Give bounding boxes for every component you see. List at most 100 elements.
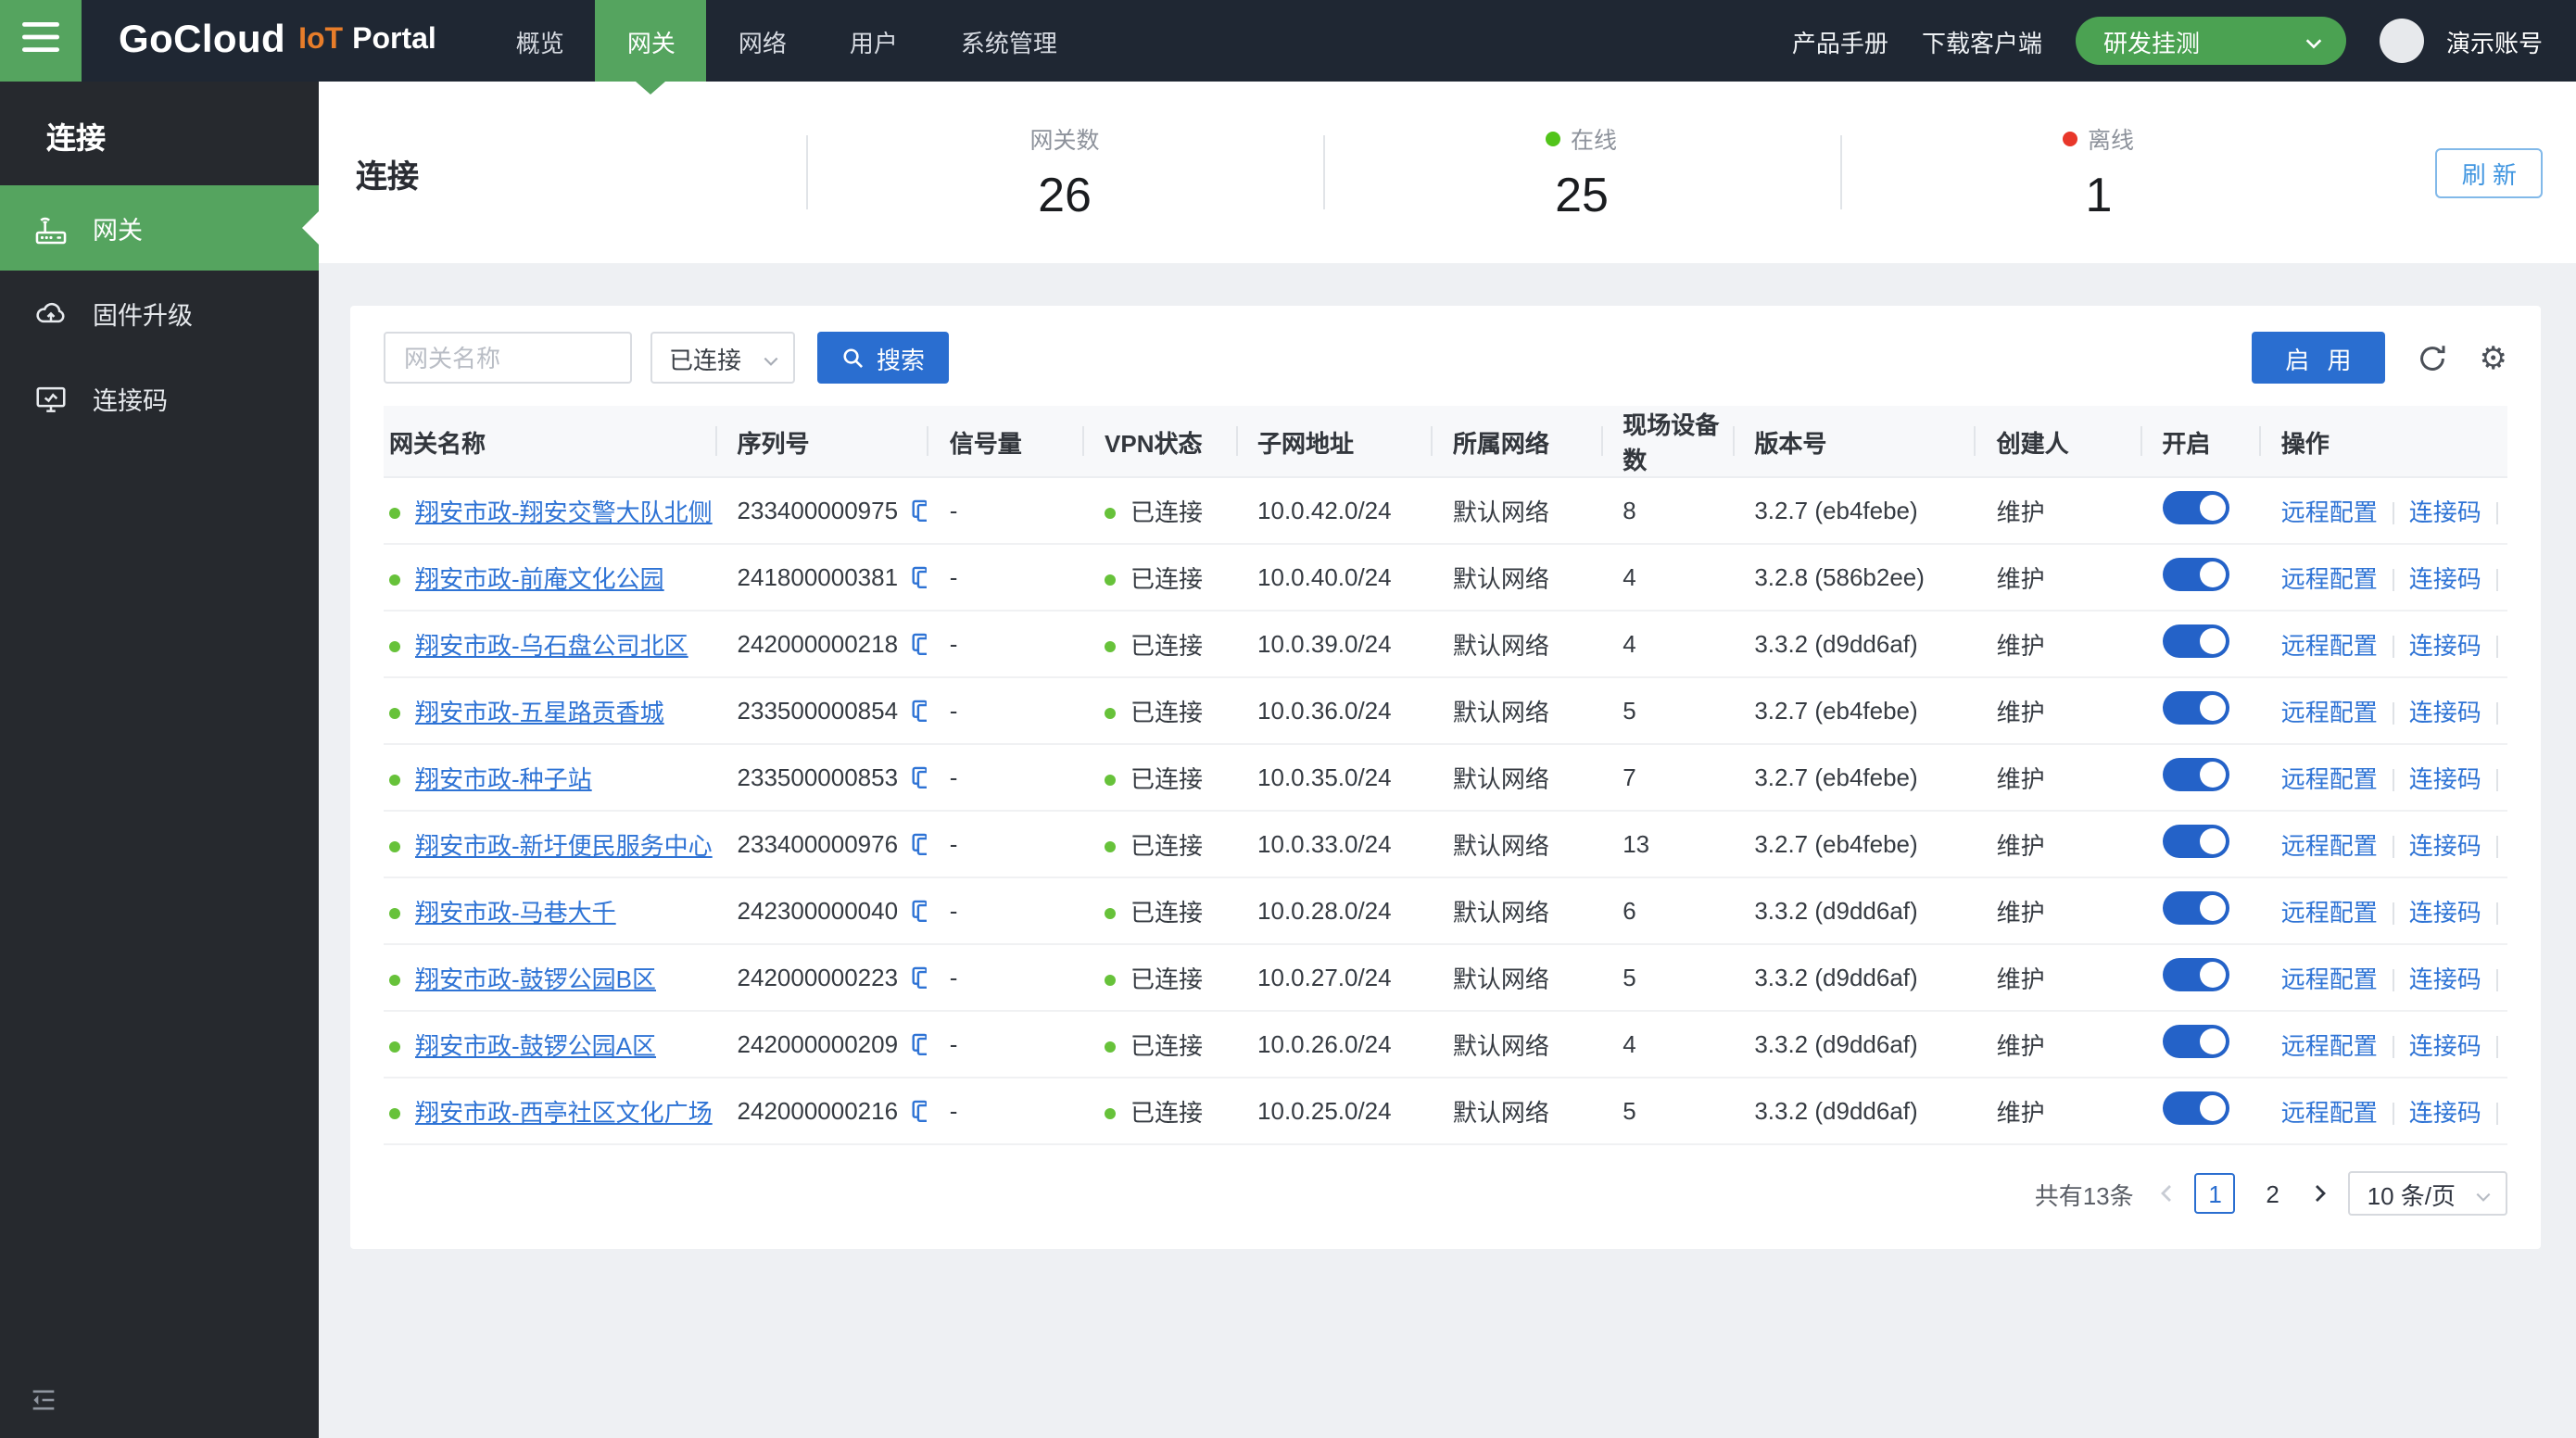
stat-label: 在线 <box>1571 120 1617 156</box>
enable-toggle[interactable] <box>2162 691 2229 725</box>
version: 3.2.7 (eb4febe) <box>1732 677 1974 744</box>
remote-config-link[interactable]: 远程配置 <box>2281 832 2378 860</box>
col-creator: 创建人 <box>1975 406 2140 477</box>
gateway-name-link[interactable]: 翔安市政-翔安交警大队北侧 <box>415 498 713 526</box>
gateway-name-link[interactable]: 翔安市政-乌石盘公司北区 <box>415 632 688 660</box>
copy-icon[interactable] <box>909 699 928 723</box>
connection-code-link[interactable]: 连接码 <box>2409 1099 2481 1127</box>
enable-toggle[interactable] <box>2162 825 2229 858</box>
enable-toggle[interactable] <box>2162 624 2229 658</box>
connection-code-link[interactable]: 连接码 <box>2409 498 2481 526</box>
subnet-address: 10.0.40.0/24 <box>1235 544 1431 611</box>
page-size-select[interactable]: 10 条/页 <box>2349 1171 2507 1216</box>
connection-code-link[interactable]: 连接码 <box>2409 699 2481 726</box>
gateway-name-link[interactable]: 翔安市政-马巷大千 <box>415 899 616 927</box>
gateway-name-link[interactable]: 翔安市政-种子站 <box>415 765 592 793</box>
topbar-right: 产品手册 下载客户端 研发挂测 演示账号 <box>1792 0 2576 82</box>
connection-code-link[interactable]: 连接码 <box>2409 899 2481 927</box>
gateway-name-input[interactable] <box>384 332 632 384</box>
copy-icon[interactable] <box>909 1099 928 1123</box>
active-tab-notch <box>637 82 666 95</box>
enable-toggle[interactable] <box>2162 758 2229 791</box>
remote-config-link[interactable]: 远程配置 <box>2281 1099 2378 1127</box>
product-manual-link[interactable]: 产品手册 <box>1792 23 1888 58</box>
page-number-2[interactable]: 2 <box>2253 1173 2293 1214</box>
gateway-name-link[interactable]: 翔安市政-鼓锣公园A区 <box>415 1032 656 1060</box>
gateway-name-link[interactable]: 翔安市政-鼓锣公园B区 <box>415 965 656 993</box>
copy-icon[interactable] <box>909 832 928 856</box>
top-navigation: 概览 网关 网络 用户 系统管理 <box>485 0 1089 82</box>
remote-config-link[interactable]: 远程配置 <box>2281 1032 2378 1060</box>
connection-code-link[interactable]: 连接码 <box>2409 632 2481 660</box>
nav-system-admin[interactable]: 系统管理 <box>929 0 1089 82</box>
enable-toggle[interactable] <box>2162 1091 2229 1125</box>
collapse-sidebar-button[interactable] <box>28 1384 59 1416</box>
next-page-button[interactable] <box>2310 1182 2332 1205</box>
enable-toggle[interactable] <box>2162 958 2229 991</box>
copy-icon[interactable] <box>909 965 928 990</box>
copy-icon[interactable] <box>909 1032 928 1056</box>
gateway-name-link[interactable]: 翔安市政-西亭社区文化广场 <box>415 1099 713 1127</box>
network-name: 默认网络 <box>1431 544 1600 611</box>
online-dot-icon <box>389 1041 400 1053</box>
remote-config-link[interactable]: 远程配置 <box>2281 699 2378 726</box>
nav-overview[interactable]: 概览 <box>485 0 596 82</box>
remote-config-link[interactable]: 远程配置 <box>2281 498 2378 526</box>
connection-code-link[interactable]: 连接码 <box>2409 965 2481 993</box>
page-number-1[interactable]: 1 <box>2195 1173 2236 1214</box>
page-title: 连接 <box>319 82 806 263</box>
nav-users[interactable]: 用户 <box>818 0 929 82</box>
gateway-name-link[interactable]: 翔安市政-前庵文化公园 <box>415 565 664 593</box>
search-button[interactable]: 搜索 <box>817 332 949 384</box>
enable-toggle[interactable] <box>2162 891 2229 925</box>
copy-icon[interactable] <box>909 565 928 589</box>
download-client-link[interactable]: 下载客户端 <box>1922 23 2042 58</box>
gateway-name-link[interactable]: 翔安市政-五星路贡香城 <box>415 699 664 726</box>
sidebar-item-firmware-upgrade[interactable]: 固件升级 <box>0 271 319 356</box>
nav-gateway[interactable]: 网关 <box>596 0 707 82</box>
copy-icon[interactable] <box>909 498 928 523</box>
subnet-address: 10.0.27.0/24 <box>1235 944 1431 1011</box>
network-name: 默认网络 <box>1431 677 1600 744</box>
avatar[interactable] <box>2380 19 2424 63</box>
gear-icon[interactable]: ⚙ <box>2480 342 2508 373</box>
table-row: 翔安市政-种子站 233500000853 - <box>384 744 2507 811</box>
environment-select[interactable]: 研发挂测 <box>2076 17 2346 65</box>
enable-button[interactable]: 启 用 <box>2252 332 2384 384</box>
enable-toggle[interactable] <box>2162 491 2229 524</box>
remote-config-link[interactable]: 远程配置 <box>2281 899 2378 927</box>
previous-page-button[interactable] <box>2156 1182 2178 1205</box>
sidebar-item-gateway[interactable]: 网关 <box>0 185 319 271</box>
copy-icon[interactable] <box>909 632 928 656</box>
account-label[interactable]: 演示账号 <box>2446 23 2543 58</box>
connection-code-link[interactable]: 连接码 <box>2409 565 2481 593</box>
hamburger-menu-button[interactable] <box>0 0 82 82</box>
remote-config-link[interactable]: 远程配置 <box>2281 765 2378 793</box>
serial-number: 242000000218 <box>738 630 899 658</box>
refresh-table-icon[interactable] <box>2417 342 2448 373</box>
subnet-address: 10.0.28.0/24 <box>1235 877 1431 944</box>
offline-dot-icon <box>2064 131 2078 145</box>
signal-value: - <box>928 611 1082 677</box>
network-name: 默认网络 <box>1431 1078 1600 1144</box>
sidebar-item-connection-code[interactable]: 连接码 <box>0 356 319 441</box>
gateway-name-link[interactable]: 翔安市政-新圩便民服务中心 <box>415 832 713 860</box>
remote-config-link[interactable]: 远程配置 <box>2281 565 2378 593</box>
copy-icon[interactable] <box>909 765 928 789</box>
remote-config-link[interactable]: 远程配置 <box>2281 965 2378 993</box>
remote-config-link[interactable]: 远程配置 <box>2281 632 2378 660</box>
refresh-button[interactable]: 刷 新 <box>2436 148 2543 198</box>
copy-icon[interactable] <box>909 899 928 923</box>
page-size-label: 10 条/页 <box>2368 1176 2456 1211</box>
sidebar-item-label: 固件升级 <box>93 295 193 332</box>
connection-code-link[interactable]: 连接码 <box>2409 832 2481 860</box>
active-item-notch <box>302 211 319 245</box>
sidebar-item-label: 网关 <box>93 209 143 246</box>
enable-toggle[interactable] <box>2162 558 2229 591</box>
nav-network[interactable]: 网络 <box>707 0 818 82</box>
connection-code-link[interactable]: 连接码 <box>2409 765 2481 793</box>
connection-code-link[interactable]: 连接码 <box>2409 1032 2481 1060</box>
status-select[interactable]: 已连接 <box>650 332 795 384</box>
creator: 维护 <box>1975 944 2140 1011</box>
enable-toggle[interactable] <box>2162 1025 2229 1058</box>
